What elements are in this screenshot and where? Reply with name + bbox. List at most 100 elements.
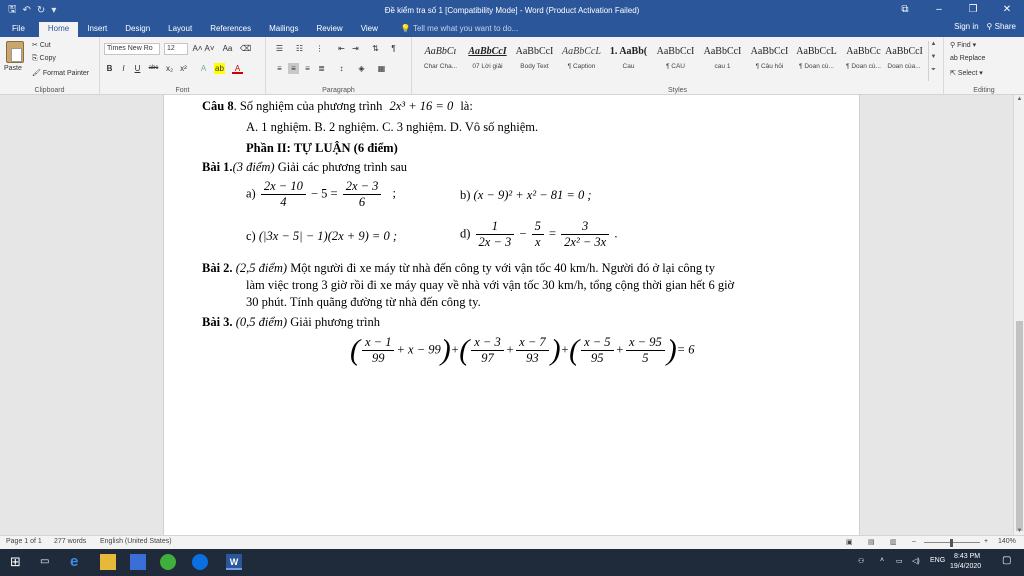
tab-mailings[interactable]: Mailings <box>260 22 307 37</box>
tab-insert[interactable]: Insert <box>78 22 116 37</box>
tab-view[interactable]: View <box>352 22 387 37</box>
tab-home[interactable]: Home <box>38 22 79 37</box>
change-case-icon[interactable]: Aa <box>222 43 233 54</box>
scroll-up-icon[interactable]: ▲ <box>1014 96 1024 102</box>
italic-icon[interactable]: I <box>118 63 129 74</box>
zoom-slider-thumb[interactable] <box>950 539 953 547</box>
text-effects-icon[interactable]: A <box>198 63 209 74</box>
format-painter-button[interactable]: 🖌 Format Painter <box>32 69 89 77</box>
clock-time[interactable]: 8:43 PM <box>954 553 980 560</box>
replace-button[interactable]: ab Replace <box>950 55 985 62</box>
copy-button[interactable]: ⎘ Copy <box>32 55 56 63</box>
align-left-icon[interactable]: ≡ <box>274 63 285 74</box>
paste-button[interactable]: Paste <box>4 65 22 72</box>
read-mode-icon[interactable]: ▣ <box>846 538 853 546</box>
shading-icon[interactable]: ◈ <box>356 63 367 74</box>
increase-indent-icon[interactable]: ⇥ <box>350 43 361 54</box>
customize-qat-icon[interactable]: ▾ <box>51 5 56 16</box>
style-item[interactable]: AaBbCcL ¶ Caption <box>559 41 604 81</box>
subscript-icon[interactable]: x₂ <box>164 63 175 74</box>
borders-icon[interactable]: ▦ <box>376 63 387 74</box>
minimize-button[interactable]: – <box>922 0 956 20</box>
line-spacing-icon[interactable]: ↕ <box>336 63 347 74</box>
style-item[interactable]: AaBbCcI ¶ Câu hỏi <box>747 41 792 81</box>
cut-button[interactable]: ✂ Cut <box>32 41 51 49</box>
vertical-scrollbar[interactable]: ▲ ▼ <box>1013 95 1024 535</box>
ribbon-display-options-button[interactable]: ⧉ <box>888 0 922 20</box>
volume-icon[interactable]: ◁) <box>912 557 920 565</box>
notifications-icon[interactable]: ▢ <box>1002 555 1011 566</box>
decrease-indent-icon[interactable]: ⇤ <box>336 43 347 54</box>
style-item[interactable]: AaBbCcL ¶ Doan cù... <box>794 41 839 81</box>
justify-icon[interactable]: ≣ <box>316 63 327 74</box>
people-icon[interactable]: ⚇ <box>858 557 864 565</box>
network-icon[interactable]: ▭ <box>896 557 903 565</box>
clear-formatting-icon[interactable]: ⌫ <box>240 43 251 54</box>
style-item[interactable]: AaBbCc ¶ Doan cù... <box>841 41 886 81</box>
style-item[interactable]: AaBbCı Char Cha... <box>418 41 463 81</box>
edge-icon[interactable]: e <box>70 554 86 570</box>
page-count[interactable]: Page 1 of 1 <box>6 538 42 545</box>
underline-icon[interactable]: U <box>132 63 143 74</box>
show-marks-icon[interactable]: ¶ <box>388 43 399 54</box>
style-item[interactable]: AaBbCcI ¶ CÂU <box>653 41 698 81</box>
word-count[interactable]: 277 words <box>54 538 86 545</box>
chevron-down-icon[interactable]: ▼ <box>929 54 938 67</box>
store-icon[interactable] <box>130 554 146 570</box>
zoom-level[interactable]: 140% <box>998 538 1016 545</box>
file-explorer-icon[interactable] <box>100 554 116 570</box>
input-language[interactable]: ENG <box>930 557 945 564</box>
language-indicator[interactable]: English (United States) <box>100 538 172 545</box>
style-item[interactable]: AaBbCcI Body Text <box>512 41 557 81</box>
zoom-out-icon[interactable]: – <box>912 538 916 545</box>
more-styles-icon[interactable]: ⏷ <box>929 67 938 80</box>
find-button[interactable]: ⚲ Find ▾ <box>950 41 976 49</box>
browser-icon[interactable] <box>160 554 176 570</box>
bullets-icon[interactable]: ☰ <box>274 43 285 54</box>
tab-file[interactable]: File <box>0 22 39 37</box>
strikethrough-icon[interactable]: abc <box>148 63 159 74</box>
share-button[interactable]: ⚲ Share <box>987 22 1016 31</box>
styles-gallery-scroll[interactable]: ▲ ▼ ⏷ <box>928 41 938 81</box>
style-item[interactable]: 1. AaBb(Cau <box>606 41 651 81</box>
windows-start-icon[interactable]: ⊞ <box>10 554 26 570</box>
tab-references[interactable]: References <box>201 22 260 37</box>
bold-icon[interactable]: B <box>104 63 115 74</box>
tell-me-search[interactable]: 💡 Tell me what you want to do... <box>387 22 518 37</box>
document-page[interactable]: Câu 8. Số nghiệm của phương trình 2x³ + … <box>163 95 860 535</box>
zalo-icon[interactable] <box>192 554 208 570</box>
align-right-icon[interactable]: ≡ <box>302 63 313 74</box>
shrink-font-icon[interactable]: A˅ <box>204 43 215 54</box>
font-size-select[interactable]: 12 <box>164 43 188 55</box>
numbering-icon[interactable]: ☷ <box>294 43 305 54</box>
highlight-icon[interactable]: ab <box>214 63 225 74</box>
chevron-up-icon[interactable]: ▲ <box>929 41 938 54</box>
tab-review[interactable]: Review <box>307 22 351 37</box>
word-taskbar-icon[interactable]: W <box>226 554 242 570</box>
multilevel-list-icon[interactable]: ⋮ <box>314 43 325 54</box>
sign-in-link[interactable]: Sign in <box>954 22 978 31</box>
save-icon[interactable]: 🖫 <box>8 2 17 19</box>
font-name-select[interactable]: Times New Ro <box>104 43 160 55</box>
align-center-icon[interactable]: ≡ <box>288 63 299 74</box>
redo-icon[interactable]: ↻ <box>37 5 45 16</box>
close-button[interactable]: ✕ <box>990 0 1024 20</box>
sort-icon[interactable]: ⇅ <box>370 43 381 54</box>
paste-icon[interactable] <box>6 41 24 63</box>
style-item[interactable]: AaBbCcI 07 Lời giải <box>465 41 510 81</box>
scrollbar-thumb[interactable] <box>1016 321 1023 531</box>
grow-font-icon[interactable]: A˄ <box>192 43 203 54</box>
task-view-icon[interactable]: ▭ <box>40 554 56 570</box>
select-button[interactable]: ⇱ Select ▾ <box>950 69 983 77</box>
superscript-icon[interactable]: x² <box>178 63 189 74</box>
tab-layout[interactable]: Layout <box>159 22 201 37</box>
clock-date[interactable]: 19/4/2020 <box>950 563 981 570</box>
style-item[interactable]: AaBbCcI Doan cùa... <box>882 41 926 81</box>
restore-button[interactable]: ❐ <box>956 0 990 20</box>
web-layout-icon[interactable]: ▥ <box>890 538 897 546</box>
show-hidden-icons-icon[interactable]: ˄ <box>880 557 884 564</box>
undo-icon[interactable]: ↶ <box>23 5 31 16</box>
zoom-in-icon[interactable]: + <box>984 538 988 545</box>
print-layout-icon[interactable]: ▤ <box>868 538 875 546</box>
scroll-down-icon[interactable]: ▼ <box>1014 528 1024 534</box>
